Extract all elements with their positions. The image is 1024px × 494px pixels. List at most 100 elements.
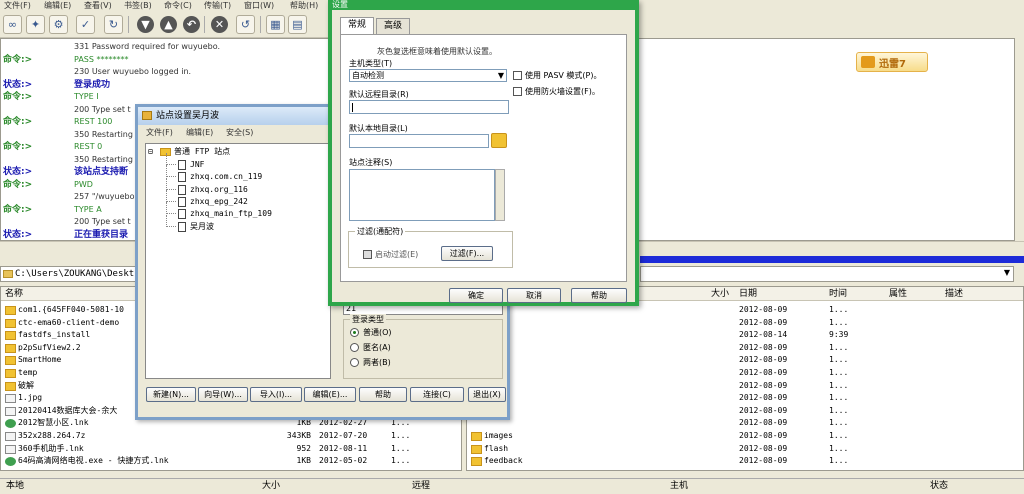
help-button[interactable]: 帮助	[571, 288, 627, 303]
refresh-page-icon[interactable]: ↻	[104, 15, 123, 34]
toolbar-separator	[260, 16, 261, 33]
table-row[interactable]: 2012-08-09 1...	[467, 380, 1023, 392]
menu-transfer[interactable]: 传输(T)	[204, 0, 231, 11]
menu-edit[interactable]: 编辑(E)	[44, 0, 71, 11]
file-time: 1...	[391, 456, 411, 466]
table-row[interactable]: e2012-08-091...	[467, 317, 1023, 329]
import-button[interactable]: 导入(I)...	[250, 387, 302, 402]
pasv-checkbox[interactable]	[513, 71, 522, 80]
wand-icon[interactable]: ✦	[26, 15, 45, 34]
file-time: 1...	[829, 443, 849, 453]
site-tree[interactable]: ⊟ 普通 FTP 站点 JNF zhxq.com.cn_119 zhxq.org_1…	[145, 143, 331, 379]
settings-title[interactable]: 设置	[328, 0, 639, 10]
table-row[interactable]: 2012-08-09 1...	[467, 342, 1023, 354]
file-date: 2012-07-20	[319, 431, 368, 440]
file-date: 2012-08-09	[739, 405, 788, 415]
file-icon	[5, 444, 16, 454]
table-row[interactable]: 64码高清网络电视.exe - 快捷方式.lnk 1KB 2012-05-02 1..…	[1, 455, 461, 467]
table-row[interactable]: 2012-08-09 1...	[467, 417, 1023, 429]
browse-folder-icon[interactable]	[491, 133, 507, 148]
new-button[interactable]: 新建(N)...	[146, 387, 196, 402]
collapse-icon[interactable]: ⊟	[148, 146, 153, 158]
table-row[interactable]: feedback 2012-08-09 1...	[467, 455, 1023, 467]
file-name: 2012智慧小区.lnk	[18, 418, 89, 428]
login-type-radio[interactable]	[350, 328, 359, 337]
arrow-down-icon[interactable]: ▼	[137, 16, 154, 33]
tab-general[interactable]: 常规	[340, 17, 374, 34]
tree-item-label: zhxq_epg_242	[190, 196, 248, 206]
view-details-icon[interactable]: ▤	[288, 15, 307, 34]
remote-dir-input[interactable]	[349, 100, 509, 114]
remote-col-desc[interactable]: 描述	[941, 287, 1023, 301]
folder-icon	[5, 369, 16, 378]
firewall-checkbox[interactable]	[513, 87, 522, 96]
filter-button[interactable]: 过滤(F)...	[441, 246, 493, 261]
file-name: p2pSufView2.2	[18, 342, 81, 352]
sm-menu-file[interactable]: 文件(F)	[146, 125, 173, 140]
cancel-button[interactable]: 取消	[507, 288, 561, 303]
file-time: 1...	[391, 443, 411, 453]
file-name: 352x288.264.7z	[18, 431, 86, 440]
wizard-button[interactable]: 向导(W)...	[198, 387, 248, 402]
host-type-select[interactable]: 自动检测 ▼	[349, 69, 507, 82]
enable-filter-checkbox[interactable]	[363, 250, 372, 259]
back-icon[interactable]: ↶	[183, 16, 200, 33]
file-icon	[5, 394, 16, 404]
remote-col-time[interactable]: 时间	[825, 287, 885, 301]
log-text: 350 Restarting	[74, 154, 133, 164]
login-type-radio[interactable]	[350, 358, 359, 367]
wizard-icon[interactable]: ✓	[76, 15, 95, 34]
exit-button[interactable]: 退出(X)	[468, 387, 506, 402]
log-label: 状态:>	[3, 229, 33, 240]
login-type-radio[interactable]	[350, 343, 359, 352]
menu-view[interactable]: 查看(V)	[84, 0, 112, 11]
comment-textarea[interactable]	[349, 169, 495, 221]
edit-button[interactable]: 编辑(E)...	[304, 387, 356, 402]
table-row[interactable]: 2012-08-09 1...	[467, 392, 1023, 404]
sm-menu-edit[interactable]: 编辑(E)	[186, 125, 213, 140]
comment-scrollbar[interactable]	[495, 169, 505, 221]
file-time: 1...	[829, 355, 849, 365]
reload-icon[interactable]: ↺	[236, 15, 255, 34]
file-date: 2012-08-09	[739, 305, 788, 314]
table-row[interactable]: 360手机助手.lnk 952 2012-08-11 1...	[1, 443, 461, 455]
menu-command[interactable]: 命令(C)	[164, 0, 192, 11]
table-row[interactable]: 2012-08-14 9:39	[467, 329, 1023, 341]
help-button[interactable]: 帮助	[359, 387, 407, 402]
site-file-icon	[178, 209, 186, 220]
table-row[interactable]: ne2012-08-091...	[467, 405, 1023, 417]
ftp-icon[interactable]: ⚙	[49, 15, 68, 34]
file-size: 343KB	[286, 431, 311, 440]
site-file-icon	[178, 184, 186, 195]
stop-icon[interactable]: ✕	[211, 16, 228, 33]
table-row[interactable]: images 2012-08-09 1...	[467, 430, 1023, 442]
tree-item[interactable]: 吴月波	[146, 214, 326, 233]
remote-col-date[interactable]: 日期	[735, 287, 825, 301]
arrow-up-icon[interactable]: ▲	[160, 16, 177, 33]
table-row[interactable]: 2012-08-09 1...	[467, 354, 1023, 366]
remote-path-dropdown[interactable]: ▼	[640, 266, 1014, 282]
menu-file[interactable]: 文件(F)	[4, 0, 31, 11]
table-row[interactable]: 2012-08-09 1...	[467, 367, 1023, 379]
table-row[interactable]: 352x288.264.7z 343KB 2012-07-20 1...	[1, 430, 461, 442]
site-file-icon	[178, 196, 186, 207]
remote-file-list[interactable]: 大小 日期 时间 属性 描述 2012-08-091...e2012-08-09…	[466, 286, 1024, 471]
local-path: C:\Users\ZOUKANG\Deskt	[15, 269, 135, 279]
menu-help[interactable]: 帮助(H)	[290, 0, 318, 11]
connect-icon[interactable]: ∞	[3, 15, 22, 34]
view-list-icon[interactable]: ▦	[266, 15, 285, 34]
remote-col-attr[interactable]: 属性	[885, 287, 941, 301]
file-name: 20120414数据库大会-余大	[18, 405, 118, 415]
ad-text: 迅雷7	[879, 58, 906, 70]
table-row[interactable]: flash 2012-08-09 1...	[467, 443, 1023, 455]
sm-menu-security[interactable]: 安全(S)	[226, 125, 253, 140]
ok-button[interactable]: 确定	[449, 288, 503, 303]
thunder-ad-banner[interactable]: 迅雷7	[856, 52, 928, 72]
local-dir-input[interactable]	[349, 134, 489, 148]
log-scrollbar[interactable]	[1015, 38, 1024, 241]
connect-button[interactable]: 连接(C)	[410, 387, 464, 402]
menu-window[interactable]: 窗口(W)	[244, 0, 274, 11]
menu-bookmarks[interactable]: 书签(B)	[124, 0, 152, 11]
tab-advanced[interactable]: 高级	[376, 18, 410, 34]
login-type-label: 匿名(A)	[363, 343, 391, 352]
